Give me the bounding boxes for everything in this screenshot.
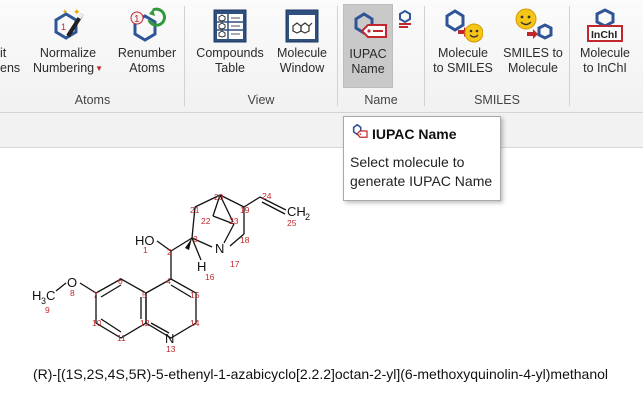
- atom-number: 22: [201, 216, 211, 226]
- atom-number: 5: [142, 290, 147, 300]
- group-separator: [424, 6, 425, 106]
- renumber-label-2: Atoms: [129, 61, 165, 75]
- atom-label-ch2-sub: 2: [305, 212, 310, 222]
- atom-number: 24: [262, 191, 272, 201]
- normalize-wand-icon: 1 ✦ ✦: [48, 6, 88, 46]
- molwin-label-1: Molecule: [276, 46, 328, 60]
- iupac-label-2: Name: [351, 62, 385, 76]
- group-label-name: Name: [364, 93, 398, 107]
- svg-text:InChI: InChI: [591, 29, 617, 41]
- molwin-label-2: Window: [279, 61, 325, 75]
- molecule-to-smiles-button[interactable]: Molecule to SMILES: [430, 4, 496, 88]
- atom-number: 4: [166, 276, 171, 286]
- group-separator: [337, 6, 338, 106]
- smiles-to-molecule-icon: [513, 6, 553, 46]
- atom-number: 3: [193, 234, 198, 244]
- svg-text:✦: ✦: [62, 8, 68, 16]
- atom-number: 2: [167, 247, 172, 257]
- atom-number: 7: [93, 290, 98, 300]
- atom-number: 18: [240, 235, 250, 245]
- atom-number: 13: [166, 344, 176, 354]
- atom-number: 16: [205, 272, 215, 282]
- mol2inchi-label-1: Molecule: [579, 46, 631, 60]
- chevron-down-icon: ▼: [95, 64, 104, 74]
- iupac-tooltip: IUPAC Name Select molecule to generate I…: [343, 116, 501, 201]
- atom-number: 14: [190, 318, 200, 328]
- tokens-icon: [0, 6, 22, 46]
- iupac-name-text: (R)-[(1S,2S,4S,5R)-5-ethenyl-1-azabicycl…: [33, 366, 609, 382]
- mol2smiles-label-2: to SMILES: [433, 61, 493, 75]
- tooltip-description: Select molecule to generate IUPAC Name: [350, 154, 493, 189]
- atom-label-ch2-ch: CH: [287, 204, 306, 219]
- group-separator: [184, 6, 185, 106]
- renumber-atoms-button[interactable]: 1 Renumber Atoms: [112, 4, 182, 88]
- compounds-label-1: Compounds: [196, 46, 264, 60]
- compounds-table-button[interactable]: Compounds Table: [192, 4, 268, 88]
- compounds-label-2: Table: [215, 61, 245, 75]
- atom-number: 15: [190, 290, 200, 300]
- normalize-label-2: Numbering▼: [32, 61, 104, 75]
- atom-number: 17: [230, 259, 240, 269]
- molecule-window-button[interactable]: Molecule Window: [272, 4, 332, 88]
- ribbon-toolbar: it ens 1 ✦ ✦ Normalize Numbering▼ 1 Renu…: [0, 0, 643, 113]
- smiles2mol-label-2: Molecule: [507, 61, 559, 75]
- atom-number: 21: [190, 205, 200, 215]
- atom-number: 8: [70, 288, 75, 298]
- group-label-atoms: Atoms: [74, 93, 111, 107]
- renumber-icon: 1: [127, 6, 167, 46]
- atom-number: 19: [240, 205, 250, 215]
- group-label-view: View: [247, 93, 275, 107]
- atom-number: 23: [229, 216, 239, 226]
- edit-tokens-label-1: it: [0, 46, 7, 60]
- atom-number: 20: [214, 192, 224, 202]
- normalize-label-1: Normalize: [39, 46, 97, 60]
- atom-number: 9: [45, 305, 50, 315]
- molecule-canvas[interactable]: HO H N N O H 3 C CH 2 1 2 3 4 5 6 7 8 9 …: [0, 148, 643, 407]
- iupac-tag-icon: [348, 7, 388, 47]
- edit-tokens-button[interactable]: it ens: [0, 4, 22, 88]
- name-options-button[interactable]: [396, 8, 416, 34]
- mol2inchi-label-2: to InChI: [583, 61, 627, 75]
- group-label-smiles: SMILES: [474, 93, 520, 107]
- smiles2mol-label-1: SMILES to: [503, 46, 563, 60]
- edit-tokens-label-2: ens: [0, 61, 21, 75]
- molecule-window-icon: [282, 6, 322, 46]
- atom-label-h3c-c: C: [46, 288, 55, 303]
- iupac-name-button[interactable]: IUPAC Name: [343, 4, 393, 88]
- smiles-to-molecule-button[interactable]: SMILES to Molecule: [500, 4, 566, 88]
- svg-text:1: 1: [61, 22, 66, 32]
- atom-number: 12: [140, 318, 150, 328]
- iupac-label-1: IUPAC: [349, 47, 387, 61]
- tooltip-header: IUPAC Name: [350, 123, 494, 144]
- svg-text:1: 1: [134, 14, 140, 25]
- table-icon: [210, 6, 250, 46]
- molecule-to-inchi-button[interactable]: InChI Molecule to InChI: [575, 4, 635, 88]
- normalize-numbering-button[interactable]: 1 ✦ ✦ Normalize Numbering▼: [30, 4, 106, 88]
- atom-number: 11: [117, 333, 126, 343]
- atom-number: 25: [287, 218, 297, 228]
- svg-text:✦: ✦: [73, 7, 81, 17]
- molecule-to-smiles-icon: [443, 6, 483, 46]
- atom-label-h3c-h: H: [32, 288, 41, 303]
- ribbon-footer-band: [0, 113, 643, 148]
- molecule-to-inchi-icon: InChI: [585, 6, 625, 46]
- iupac-tag-icon: [350, 123, 368, 144]
- group-separator: [569, 6, 570, 106]
- atom-number: 1: [143, 245, 148, 255]
- atom-number: 6: [118, 276, 123, 286]
- atom-label-n-bridge: N: [215, 241, 224, 256]
- renumber-label-1: Renumber: [117, 46, 177, 60]
- tooltip-title: IUPAC Name: [372, 125, 457, 142]
- mol2smiles-label-1: Molecule: [437, 46, 489, 60]
- atom-number: 10: [92, 318, 102, 328]
- name-options-icon: [396, 8, 416, 35]
